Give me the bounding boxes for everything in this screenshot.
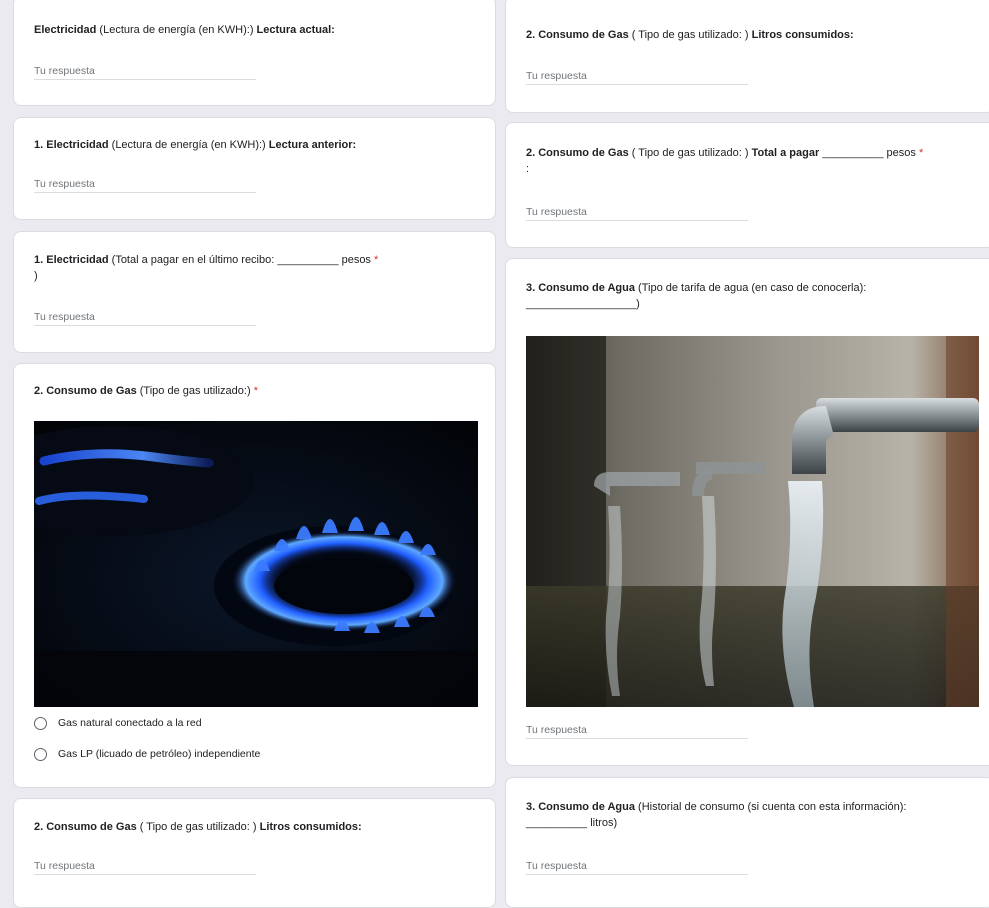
answer-input[interactable]: Tu respuesta	[526, 68, 748, 85]
radio-option-gas-natural[interactable]: Gas natural conectado a la red	[34, 715, 202, 731]
question-card-agua-tarifa: 3. Consumo de Agua (Tipo de tarifa de ag…	[505, 258, 989, 766]
answer-input[interactable]: Tu respuesta	[34, 309, 256, 326]
radio-circle-icon[interactable]	[34, 747, 47, 761]
question-card-gas-litros: 2. Consumo de Gas ( Tipo de gas utilizad…	[505, 0, 989, 113]
required-asterisk: *	[374, 254, 379, 266]
question-card-gas-litros-bottom: 2. Consumo de Gas ( Tipo de gas utilizad…	[13, 798, 496, 908]
radio-label: Gas natural conectado a la red	[58, 717, 202, 729]
radio-circle-icon[interactable]	[34, 716, 47, 730]
answer-input[interactable]: Tu respuesta	[526, 858, 748, 875]
answer-input[interactable]: Tu respuesta	[526, 204, 748, 221]
answer-input[interactable]: Tu respuesta	[34, 858, 256, 875]
water-faucet-image	[526, 336, 979, 707]
answer-input[interactable]: Tu respuesta	[34, 63, 256, 80]
question-title: 2. Consumo de Gas ( Tipo de gas utilizad…	[526, 147, 924, 175]
question-title: 3. Consumo de Agua (Historial de consumo…	[526, 801, 907, 829]
question-card-electricidad-total: 1. Electricidad (Total a pagar en el últ…	[13, 231, 496, 353]
question-title: Electricidad (Lectura de energía (en KWH…	[34, 24, 335, 36]
gas-burner-image	[34, 421, 478, 707]
question-card-electricidad-lectura-actual: Electricidad (Lectura de energía (en KWH…	[13, 0, 496, 106]
gas-flame-icon	[34, 421, 478, 707]
radio-label: Gas LP (licuado de petróleo) independien…	[58, 748, 261, 760]
required-asterisk: *	[253, 385, 258, 397]
question-card-gas-total: 2. Consumo de Gas ( Tipo de gas utilizad…	[505, 122, 989, 248]
question-card-agua-historial: 3. Consumo de Agua (Historial de consumo…	[505, 777, 989, 908]
question-title: 2. Consumo de Gas (Tipo de gas utilizado…	[34, 385, 258, 397]
question-title: 1. Electricidad (Total a pagar en el últ…	[34, 254, 379, 282]
required-asterisk: *	[918, 147, 924, 159]
question-title: 1. Electricidad (Lectura de energía (en …	[34, 139, 357, 151]
question-card-electricidad-lectura-anterior: 1. Electricidad (Lectura de energía (en …	[13, 117, 496, 220]
faucet-icon	[526, 336, 979, 707]
question-title: 2. Consumo de Gas ( Tipo de gas utilizad…	[526, 29, 854, 41]
question-card-gas-tipo: 2. Consumo de Gas (Tipo de gas utilizado…	[13, 363, 496, 788]
answer-input[interactable]: Tu respuesta	[526, 722, 748, 739]
radio-option-gas-lp[interactable]: Gas LP (licuado de petróleo) independien…	[34, 746, 260, 762]
question-title: 3. Consumo de Agua (Tipo de tarifa de ag…	[526, 282, 867, 310]
answer-input[interactable]: Tu respuesta	[34, 176, 256, 193]
question-title: 2. Consumo de Gas ( Tipo de gas utilizad…	[34, 821, 362, 833]
